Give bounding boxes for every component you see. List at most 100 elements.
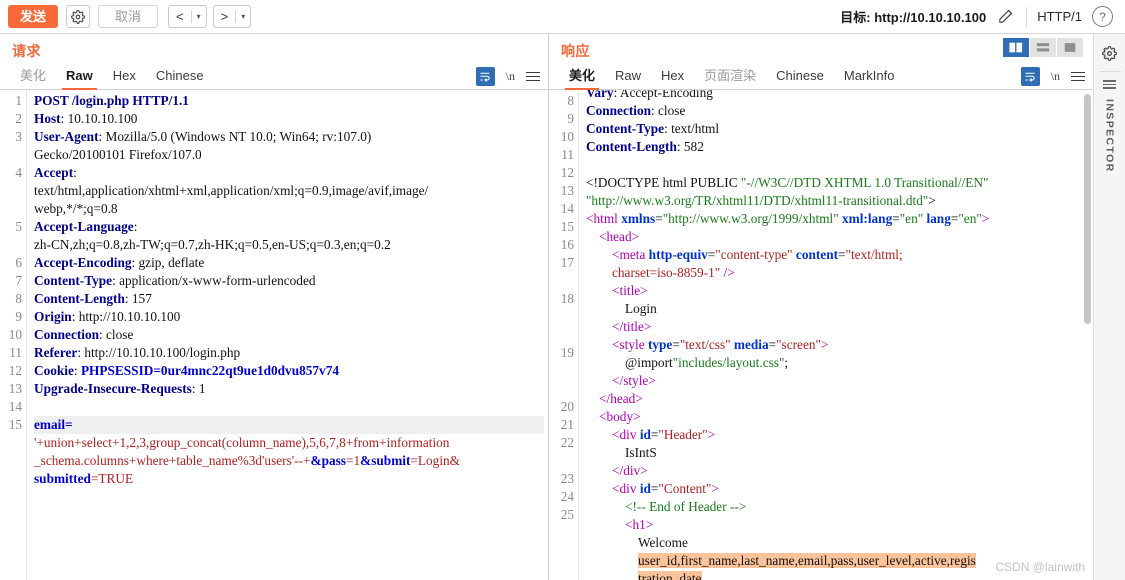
response-scrollbar-thumb[interactable] [1084, 94, 1091, 324]
send-button[interactable]: 发送 [8, 5, 59, 28]
tab-request-chinese[interactable]: Chinese [146, 67, 214, 89]
tab-request-beautify[interactable]: 美化 [10, 67, 56, 89]
code-line[interactable]: Referer: http://10.10.10.100/login.php [34, 344, 544, 362]
word-wrap-icon[interactable] [475, 67, 495, 86]
code-line[interactable]: </head> [586, 390, 1089, 408]
cancel-button[interactable]: 取消 [98, 5, 159, 28]
request-editor[interactable]: 1 2 3 4 5 6 7 8 9 10 11 12 13 14 15 POST /login.php HT… [0, 90, 548, 580]
code-line[interactable]: Cookie: PHPSESSID=0ur4mnc22qt9ue1d0dvu85… [34, 362, 544, 380]
line-number: 18 [560, 291, 574, 306]
code-line[interactable]: <head> [586, 228, 1089, 246]
inspector-label[interactable]: INSPECTOR [1104, 99, 1116, 173]
code-line[interactable]: email= [34, 416, 544, 434]
next-request-button[interactable]: > ▾ [212, 5, 252, 28]
code-token: &submit [360, 453, 411, 468]
single-pane-icon[interactable] [1057, 38, 1083, 57]
code-line[interactable]: webp,*/*;q=0.8 [34, 200, 544, 218]
code-token: ; [784, 355, 789, 370]
pencil-icon[interactable] [994, 6, 1016, 28]
tab-response-raw[interactable]: Raw [605, 67, 651, 89]
code-line[interactable]: Content-Length: 157 [34, 290, 544, 308]
prev-request-button[interactable]: < ▾ [168, 5, 207, 28]
code-line[interactable]: text/html,application/xhtml+xml,applicat… [34, 182, 544, 200]
code-line[interactable]: IsIntS [586, 444, 1089, 462]
gear-icon[interactable] [66, 5, 91, 28]
code-line[interactable]: Connection: close [586, 102, 1089, 120]
split-horizontal-icon[interactable] [1030, 38, 1056, 57]
code-line[interactable]: Welcome [586, 534, 1089, 552]
code-line[interactable]: </title> [586, 318, 1089, 336]
code-line[interactable]: User-Agent: Mozilla/5.0 (Windows NT 10.0… [34, 128, 544, 146]
gear-icon[interactable] [1098, 41, 1122, 65]
hamburger-menu-icon[interactable] [1071, 70, 1085, 84]
code-token: id [639, 481, 651, 496]
response-scrollbar[interactable] [1084, 90, 1092, 580]
newline-toggle[interactable]: \n [506, 69, 515, 84]
code-line[interactable]: Host: 10.10.10.100 [34, 110, 544, 128]
code-line[interactable]: Gecko/20100101 Firefox/107.0 [34, 146, 544, 164]
request-code[interactable]: POST /login.php HTTP/1.1 Host: 10.10.10.1… [27, 90, 548, 580]
response-editor[interactable]: 8 9 10 11 12 13 14 15 16 17 18 19 20 21 22 23 24 25 Vary:… [549, 90, 1093, 580]
code-line[interactable]: <div id="Content"> [586, 480, 1089, 498]
code-line[interactable]: Content-Length: 582 [586, 138, 1089, 156]
line-number: 13 [560, 183, 574, 198]
line-number: 22 [560, 435, 574, 450]
code-token: email= [34, 417, 73, 432]
code-token: id [639, 427, 651, 442]
code-line[interactable]: _schema.columns+where+table_name%3d'user… [34, 452, 544, 470]
code-line[interactable]: '+union+select+1,2,3,group_concat(column… [34, 434, 544, 452]
word-wrap-icon[interactable] [1020, 67, 1040, 86]
code-line[interactable]: Origin: http://10.10.10.100 [34, 308, 544, 326]
code-line[interactable]: </style> [586, 372, 1089, 390]
code-line[interactable]: Accept: [34, 164, 544, 182]
split-vertical-icon[interactable] [1003, 38, 1029, 57]
chevron-down-icon[interactable]: ▾ [192, 6, 206, 27]
code-line[interactable]: <div id="Header"> [586, 426, 1089, 444]
hamburger-menu-icon[interactable] [526, 70, 540, 84]
code-line[interactable]: Login [586, 300, 1089, 318]
question-circle-icon[interactable]: ? [1092, 6, 1113, 27]
code-line[interactable] [586, 156, 1089, 174]
tab-response-render[interactable]: 页面渲染 [694, 67, 766, 89]
code-token: = [838, 247, 846, 262]
code-line[interactable]: <h1> [586, 516, 1089, 534]
tab-response-chinese[interactable]: Chinese [766, 67, 834, 89]
tab-response-hex[interactable]: Hex [651, 67, 694, 89]
code-line[interactable]: charset=iso-8859-1" /> [586, 264, 1089, 282]
code-line[interactable]: "http://www.w3.org/TR/xhtml11/DTD/xhtml1… [586, 192, 1089, 210]
code-line[interactable]: POST /login.php HTTP/1.1 [34, 92, 544, 110]
code-line[interactable]: </div> [586, 462, 1089, 480]
code-line[interactable]: <meta http-equiv="content-type" content=… [586, 246, 1089, 264]
tab-response-markinfo[interactable]: MarkInfo [834, 67, 905, 89]
code-line[interactable] [34, 398, 544, 416]
code-line[interactable]: Content-Type: text/html [586, 120, 1089, 138]
code-line[interactable]: Content-Type: application/x-www-form-url… [34, 272, 544, 290]
code-line[interactable]: <!-- End of Header --> [586, 498, 1089, 516]
chevron-down-icon[interactable]: ▾ [236, 6, 250, 27]
line-number: 11 [9, 345, 22, 360]
code-line[interactable]: <!DOCTYPE html PUBLIC "-//W3C//DTD XHTML… [586, 174, 1089, 192]
newline-toggle[interactable]: \n [1051, 69, 1060, 84]
code-line[interactable]: @import"includes/layout.css"; [586, 354, 1089, 372]
tab-request-raw[interactable]: Raw [56, 67, 103, 90]
response-code[interactable]: Vary: Accept-Encoding Connection: close Co… [579, 90, 1093, 580]
tab-response-beautify[interactable]: 美化 [559, 67, 605, 90]
code-line[interactable]: <title> [586, 282, 1089, 300]
code-line[interactable]: Accept-Encoding: gzip, deflate [34, 254, 544, 272]
code-line[interactable]: <style type="text/css" media="screen"> [586, 336, 1089, 354]
code-line[interactable]: submitted=TRUE [34, 470, 544, 488]
code-line[interactable]: <html xmlns="http://www.w3.org/1999/xhtm… [586, 210, 1089, 228]
http-version-label[interactable]: HTTP/1 [1037, 9, 1082, 24]
tab-request-hex[interactable]: Hex [103, 67, 146, 89]
line-number [549, 560, 574, 578]
code-line[interactable]: zh-CN,zh;q=0.8,zh-TW;q=0.7,zh-HK;q=0.5,e… [34, 236, 544, 254]
collapse-icon[interactable] [1103, 80, 1116, 89]
code-line[interactable]: Accept-Language: [34, 218, 544, 236]
code-token: <div [612, 481, 640, 496]
code-line[interactable]: <body> [586, 408, 1089, 426]
code-token: Content-Length [586, 139, 677, 154]
code-line[interactable]: Upgrade-Insecure-Requests: 1 [34, 380, 544, 398]
code-line[interactable]: Vary: Accept-Encoding [586, 90, 1089, 102]
code-line[interactable]: Connection: close [34, 326, 544, 344]
line-number: 14 [560, 201, 574, 216]
